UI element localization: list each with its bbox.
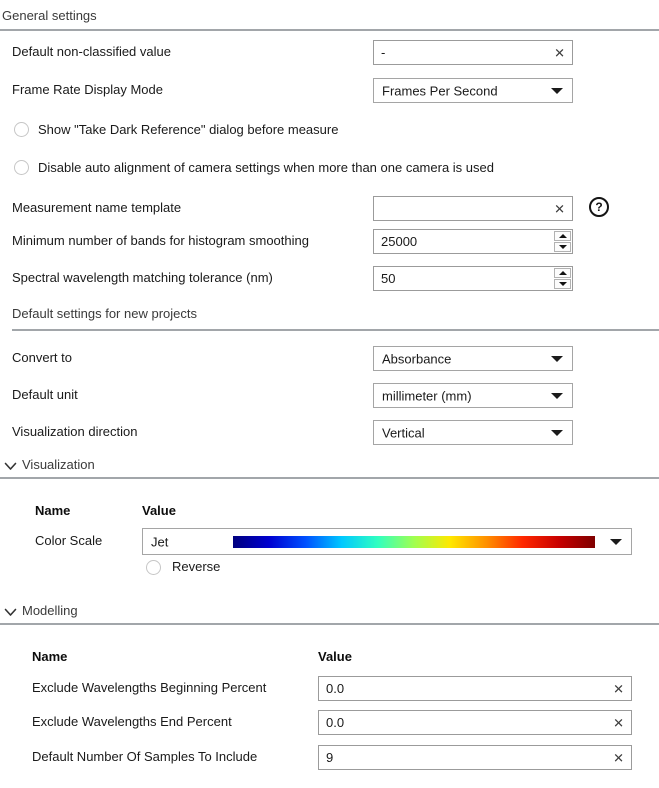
exclude-begin-field: ✕ bbox=[318, 676, 632, 701]
value-column-header: Value bbox=[318, 649, 352, 665]
section-divider bbox=[0, 623, 659, 625]
value-column-header: Value bbox=[142, 503, 176, 519]
reverse-radio[interactable] bbox=[146, 560, 161, 575]
frame-rate-label: Frame Rate Display Mode bbox=[12, 82, 163, 98]
samples-include-input[interactable] bbox=[319, 746, 631, 769]
exclude-end-field: ✕ bbox=[318, 710, 632, 735]
direction-label: Visualization direction bbox=[12, 424, 138, 440]
modelling-section-title[interactable]: Modelling bbox=[22, 603, 78, 619]
samples-include-field: ✕ bbox=[318, 745, 632, 770]
non-classified-input[interactable] bbox=[374, 41, 572, 64]
auto-alignment-radio[interactable] bbox=[14, 160, 29, 175]
tolerance-field bbox=[373, 266, 573, 291]
measurement-template-label: Measurement name template bbox=[12, 200, 181, 216]
reverse-radio-label[interactable]: Reverse bbox=[172, 559, 220, 575]
clear-icon[interactable]: ✕ bbox=[613, 716, 624, 729]
clear-icon[interactable]: ✕ bbox=[554, 202, 565, 215]
convert-to-label: Convert to bbox=[12, 350, 72, 366]
chevron-down-icon bbox=[551, 356, 563, 362]
exclude-begin-label: Exclude Wavelengths Beginning Percent bbox=[32, 680, 266, 696]
samples-include-label: Default Number Of Samples To Include bbox=[32, 749, 257, 765]
spin-up-button[interactable] bbox=[554, 231, 571, 241]
exclude-begin-input[interactable] bbox=[319, 677, 631, 700]
spinner bbox=[554, 231, 571, 252]
chevron-down-icon bbox=[551, 430, 563, 436]
min-bands-input[interactable] bbox=[374, 230, 572, 253]
general-settings-title: General settings bbox=[2, 8, 97, 24]
project-defaults-title: Default settings for new projects bbox=[12, 306, 197, 322]
convert-to-dropdown[interactable]: Absorbance bbox=[373, 346, 573, 371]
color-scale-value: Jet bbox=[151, 534, 168, 549]
section-divider bbox=[12, 329, 659, 331]
color-scale-dropdown[interactable]: Jet bbox=[142, 528, 632, 555]
direction-dropdown[interactable]: Vertical bbox=[373, 420, 573, 445]
tolerance-label: Spectral wavelength matching tolerance (… bbox=[12, 270, 273, 286]
name-column-header: Name bbox=[32, 649, 67, 665]
auto-alignment-radio-label[interactable]: Disable auto alignment of camera setting… bbox=[38, 160, 494, 176]
non-classified-label: Default non-classified value bbox=[12, 44, 171, 60]
name-column-header: Name bbox=[35, 503, 70, 519]
chevron-down-icon bbox=[610, 539, 622, 545]
section-divider bbox=[0, 29, 659, 31]
chevron-down-icon[interactable] bbox=[4, 462, 17, 471]
default-unit-value: millimeter (mm) bbox=[382, 388, 472, 403]
tolerance-input[interactable] bbox=[374, 267, 572, 290]
dark-reference-radio-label[interactable]: Show "Take Dark Reference" dialog before… bbox=[38, 122, 338, 138]
spin-down-button[interactable] bbox=[554, 242, 571, 252]
frame-rate-value: Frames Per Second bbox=[382, 83, 498, 98]
settings-panel: General settings Default non-classified … bbox=[0, 0, 659, 788]
spin-up-button[interactable] bbox=[554, 268, 571, 278]
clear-icon[interactable]: ✕ bbox=[613, 682, 624, 695]
frame-rate-dropdown[interactable]: Frames Per Second bbox=[373, 78, 573, 103]
direction-value: Vertical bbox=[382, 425, 425, 440]
convert-to-value: Absorbance bbox=[382, 351, 451, 366]
help-icon[interactable]: ? bbox=[589, 197, 609, 217]
non-classified-field: ✕ bbox=[373, 40, 573, 65]
min-bands-label: Minimum number of bands for histogram sm… bbox=[12, 233, 309, 249]
dark-reference-radio[interactable] bbox=[14, 122, 29, 137]
default-unit-label: Default unit bbox=[12, 387, 78, 403]
measurement-template-field: ✕ bbox=[373, 196, 573, 221]
spin-down-button[interactable] bbox=[554, 279, 571, 289]
clear-icon[interactable]: ✕ bbox=[613, 751, 624, 764]
default-unit-dropdown[interactable]: millimeter (mm) bbox=[373, 383, 573, 408]
spinner bbox=[554, 268, 571, 289]
color-scale-label: Color Scale bbox=[35, 533, 102, 549]
jet-gradient-bar bbox=[233, 536, 595, 548]
chevron-down-icon bbox=[551, 88, 563, 94]
measurement-template-input[interactable] bbox=[374, 197, 572, 220]
exclude-end-label: Exclude Wavelengths End Percent bbox=[32, 714, 232, 730]
section-divider bbox=[0, 477, 659, 479]
min-bands-field bbox=[373, 229, 573, 254]
clear-icon[interactable]: ✕ bbox=[554, 46, 565, 59]
chevron-down-icon bbox=[551, 393, 563, 399]
exclude-end-input[interactable] bbox=[319, 711, 631, 734]
chevron-down-icon[interactable] bbox=[4, 608, 17, 617]
visualization-section-title[interactable]: Visualization bbox=[22, 457, 95, 473]
